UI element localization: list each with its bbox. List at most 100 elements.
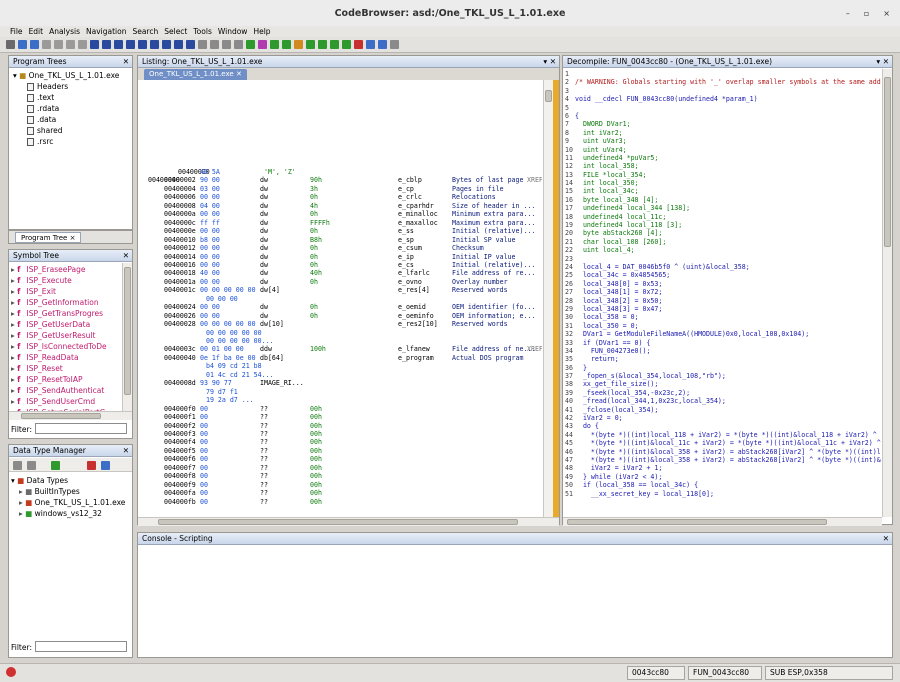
decompile-line[interactable]: 12 int local_358;	[565, 162, 881, 170]
symbol-filter-input[interactable]	[35, 423, 127, 434]
listing-row[interactable]: 00400024 00 00 dw 0h e_oemid OEM identifier …	[140, 303, 535, 311]
listing-row[interactable]: 0040003c 00 01 00 00 ddw 100h e_lfanew File …	[140, 345, 542, 353]
paste-icon[interactable]	[210, 40, 219, 49]
listing-row[interactable]: 00400018 40 00 dw 40h e_lfarlc File address …	[140, 269, 535, 277]
program-tree-item[interactable]: .text	[27, 92, 119, 103]
program-tree-item[interactable]: .rdata	[27, 103, 119, 114]
listing-hscrollbar[interactable]	[138, 517, 559, 526]
decompile-line[interactable]: 31 local_350 = 0;	[565, 322, 881, 330]
flag-icon[interactable]	[162, 40, 171, 49]
undef-icon[interactable]	[126, 40, 135, 49]
decompile-line[interactable]: 33 if (DVar1 == 0) {	[565, 339, 881, 347]
program-tree-item[interactable]: .rsrc	[27, 136, 119, 147]
listing-row[interactable]: 00400028 00 00 00 00 00 dw[10] e_res2[10] R…	[140, 320, 520, 328]
filter-icon[interactable]	[87, 461, 96, 470]
decompile-line[interactable]: 28 local_348[2] = 0x50;	[565, 297, 881, 305]
back-icon[interactable]	[18, 40, 27, 49]
close-icon[interactable]: ✕	[123, 250, 129, 261]
menu-tools[interactable]: Tools	[193, 27, 211, 36]
listing-row[interactable]: 00400000 00400002 90 00 dw 90h e_cblp Bytes o…	[140, 176, 542, 184]
data-types-root[interactable]: ▾ ■ Data Types	[11, 475, 125, 486]
listing-row[interactable]: 004000fa 00?? 00h	[140, 489, 520, 497]
listing-row[interactable]: 00400026 00 00 dw 0h e_oeminfo OEM informati…	[140, 312, 535, 320]
console-output[interactable]	[138, 545, 892, 657]
save-icon[interactable]	[6, 40, 15, 49]
close-icon[interactable]: ✕	[123, 56, 129, 67]
decompile-line[interactable]: 14 int local_350;	[565, 179, 881, 187]
archive-icon[interactable]	[51, 461, 60, 470]
listing-controls[interactable]: ▾ ✕	[543, 56, 556, 67]
tool-icon[interactable]	[306, 40, 315, 49]
listing-scrollbar[interactable]	[543, 80, 553, 517]
close-button[interactable]: ×	[883, 9, 890, 18]
symbol-tree-item[interactable]: ▸ f ISP_ReadData	[11, 352, 123, 363]
tool-icon[interactable]	[354, 40, 363, 49]
decompile-line[interactable]: 4 void __cdecl FUN_0043cc80(undefined4 *p…	[565, 95, 881, 103]
console-controls[interactable]: ✕	[883, 533, 889, 544]
decompile-line[interactable]: 25 local_34c = 0x4854565;	[565, 271, 881, 279]
decompile-line[interactable]: 27 local_348[1] = 0x72;	[565, 288, 881, 296]
symbol-tree-item[interactable]: ▸ f ISP_GetInformation	[11, 297, 123, 308]
listing-row[interactable]: 004000f7 00?? 00h	[140, 464, 520, 472]
decompile-line[interactable]: 40 _fread(local_344,1,0x23c,local_354);	[565, 397, 881, 405]
decompile-line[interactable]: 29 local_348[3] = 0x47;	[565, 305, 881, 313]
listing-row[interactable]: 004000f6 00?? 00h	[140, 455, 520, 463]
decompile-line[interactable]: 5	[565, 104, 881, 112]
menu-window[interactable]: Window	[218, 27, 248, 36]
decompile-line[interactable]: 17 undefined4 local_344 [138];	[565, 204, 881, 212]
tool-icon[interactable]	[390, 40, 399, 49]
listing-row[interactable]: 0040001c 00 00 00 00 00 dw[4] e_res[4] Rese…	[140, 286, 520, 294]
listing-row[interactable]: 00400010 b8 00 dw B8h e_sp Initial SP value	[140, 236, 520, 244]
decompile-controls[interactable]: ▾ ✕	[876, 56, 889, 67]
listing-row[interactable]: 004000f0 00?? 00h	[140, 405, 520, 413]
listing-row[interactable]: 00400008 04 00 dw 4h e_cparhdr Size of heade…	[140, 202, 535, 210]
decompile-line[interactable]: 15 int local_34c;	[565, 187, 881, 195]
decompile-line[interactable]: 43 do {	[565, 422, 881, 430]
listing-code[interactable]: 00400000 4D 5A 'M', 'Z' 00400000 00400002 9…	[140, 168, 542, 516]
nav-icon[interactable]	[42, 40, 51, 49]
data-type-item[interactable]: ▸ ■ windows_vs12_32	[19, 508, 125, 519]
datatype-filter-input[interactable]	[35, 641, 127, 652]
forward-icon[interactable]	[30, 40, 39, 49]
listing-row[interactable]: 00400006 00 00 dw 0h e_crlc Relocations	[140, 193, 520, 201]
listing-row[interactable]: 0040001a 00 00 dw 0h e_ovno Overlay number	[140, 278, 520, 286]
data-icon[interactable]	[114, 40, 123, 49]
decompile-line[interactable]: 20 byte abStack268 [4];	[565, 229, 881, 237]
listing-row[interactable]: 004000f8 00?? 00h	[140, 472, 520, 480]
decompile-line[interactable]: 41 _fclose(local_354);	[565, 406, 881, 414]
decompile-line[interactable]: 9 uint uVar3;	[565, 137, 881, 145]
symbol-tree-item[interactable]: ▸ f ISP_EraseePage	[11, 264, 123, 275]
decompile-line[interactable]: 30 local_358 = 0;	[565, 313, 881, 321]
minimize-button[interactable]: –	[846, 9, 850, 18]
decompile-hscrollbar[interactable]	[563, 517, 882, 526]
symbol-tree-item[interactable]: ▸ f ISP_IsConnectedToDe	[11, 341, 123, 352]
symbol-tree-item[interactable]: ▸ f ISP_Exit	[11, 286, 123, 297]
listing-row[interactable]: 00 00 00	[140, 295, 520, 303]
listing-row[interactable]: 0040000a 00 00 dw 0h e_minalloc Minimum extr…	[140, 210, 535, 218]
decompile-line[interactable]: 38 xx_get_file_size();	[565, 380, 881, 388]
check-icon[interactable]	[246, 40, 255, 49]
tool-icon[interactable]	[270, 40, 279, 49]
label-icon[interactable]	[138, 40, 147, 49]
forward-icon[interactable]	[27, 461, 36, 470]
menu-navigation[interactable]: Navigation	[86, 27, 126, 36]
tool-icon[interactable]	[294, 40, 303, 49]
decompile-line[interactable]: 8 int iVar2;	[565, 129, 881, 137]
listing-row[interactable]: b4 09 cd 21 b8	[140, 362, 520, 370]
decompile-scrollbar[interactable]	[882, 69, 892, 517]
instr-icon[interactable]	[102, 40, 111, 49]
tool-icon[interactable]	[366, 40, 375, 49]
decompile-line[interactable]: 11 undefined4 *puVar5;	[565, 154, 881, 162]
listing-row[interactable]: 01 4c cd 21 54...	[140, 371, 520, 379]
menu-search[interactable]: Search	[132, 27, 158, 36]
listing-row[interactable]: 004000fb 00?? 00h	[140, 498, 520, 506]
listing-row[interactable]: 00 00 00 00 00	[140, 329, 520, 337]
decompile-line[interactable]: 47 *(byte *)((int)&local_358 + iVar2) = …	[565, 456, 881, 464]
listing-row[interactable]: 00400016 00 00 dw 0h e_cs Initial (relative)…	[140, 261, 535, 269]
decompile-line[interactable]: 10 uint uVar4;	[565, 146, 881, 154]
symbol-tree-item[interactable]: ▸ f ISP_GetTransProgres	[11, 308, 123, 319]
decompile-line[interactable]: 16 byte local_348 [4];	[565, 196, 881, 204]
back-icon[interactable]	[13, 461, 22, 470]
listing-row[interactable]: 00400040 0e 1f ba 0e 00 db[64] e_program Ac…	[140, 354, 523, 362]
decompile-line[interactable]: 6{	[565, 112, 881, 120]
